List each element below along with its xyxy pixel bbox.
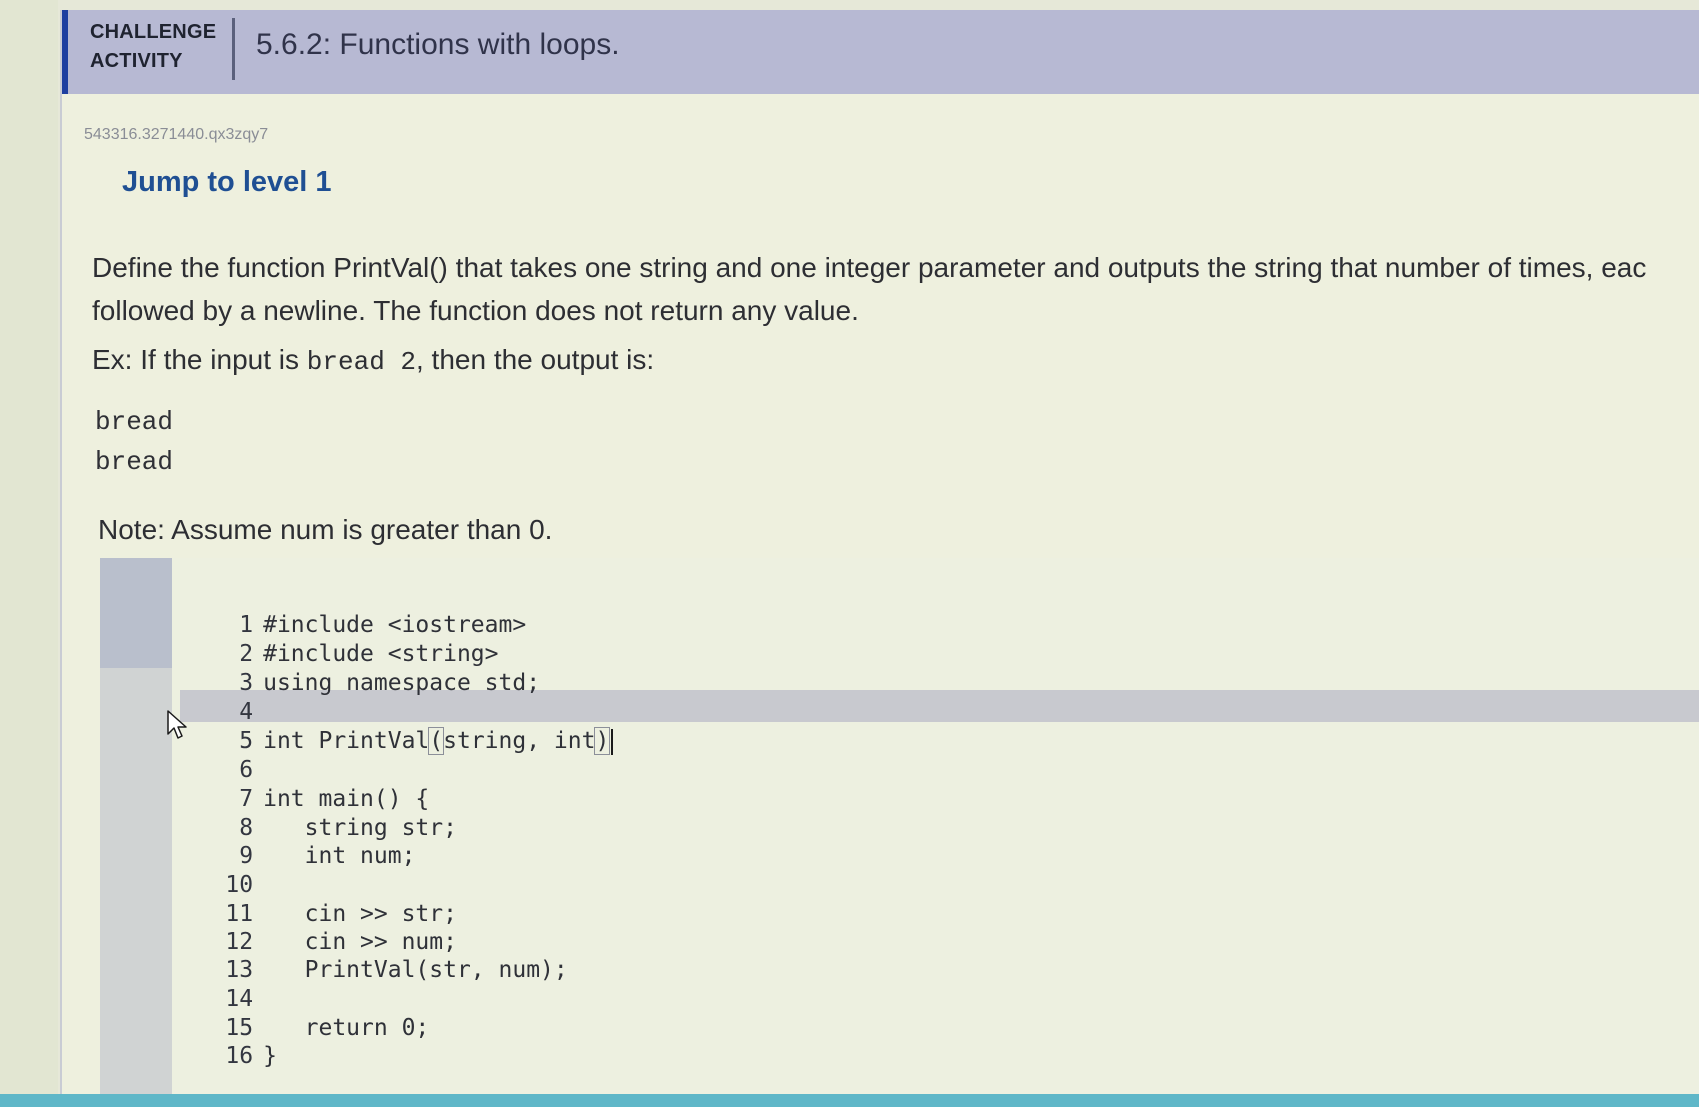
expected-output-line: bread xyxy=(95,447,174,477)
example-input-code: bread 2 xyxy=(306,347,416,377)
line-code[interactable]: PrintVal(str, num); xyxy=(263,956,568,985)
line-code[interactable]: } xyxy=(263,1042,277,1071)
code-token: int PrintVal xyxy=(263,728,430,754)
header-divider xyxy=(232,18,235,80)
code-line[interactable]: 14 xyxy=(100,956,263,1012)
code-line[interactable]: 10 xyxy=(100,842,263,898)
code-line[interactable]: 7 int main() { xyxy=(100,756,429,812)
code-line[interactable]: 4 xyxy=(100,669,263,725)
activity-kind-line2: ACTIVITY xyxy=(90,50,183,72)
example-suffix: , then the output is: xyxy=(416,344,655,375)
code-line[interactable]: 1 #include <iostream> xyxy=(100,582,526,638)
activity-kind-label: CHALLENGE ACTIVITY xyxy=(90,18,216,76)
line-code[interactable]: int PrintVal(string, int) xyxy=(263,727,614,756)
note-text: Note: Assume num is greater than 0. xyxy=(98,514,553,545)
code-line[interactable]: 13 PrintVal(str, num); xyxy=(100,927,567,983)
screen-bottom-edge xyxy=(0,1094,1699,1107)
example-prefix: Ex: If the input is xyxy=(92,344,307,375)
matching-bracket-open: ( xyxy=(428,727,445,755)
line-code[interactable]: int num; xyxy=(263,842,416,871)
code-line[interactable]: 12 cin >> num; xyxy=(100,899,457,955)
activity-title: 5.6.2: Functions with loops. xyxy=(256,28,620,61)
activity-id: 543316.3271440.qx3zqy7 xyxy=(84,126,269,143)
code-line[interactable]: 2 #include <string> xyxy=(100,611,498,667)
text-caret xyxy=(611,728,614,755)
line-number: 16 xyxy=(225,1043,254,1069)
code-line[interactable]: 11 cin >> str; xyxy=(100,871,457,927)
code-line[interactable]: 15 return 0; xyxy=(100,985,429,1041)
code-line[interactable]: 8 string str; xyxy=(100,785,457,841)
challenge-activity-page: CHALLENGE ACTIVITY 5.6.2: Functions with… xyxy=(60,10,1699,1100)
activity-header: CHALLENGE ACTIVITY 5.6.2: Functions with… xyxy=(62,10,1699,94)
code-editor[interactable]: 1 #include <iostream> 2 #include <string> … xyxy=(100,558,1699,1100)
problem-description-line1: Define the function PrintVal() that take… xyxy=(92,252,1647,283)
expected-output-line: bread xyxy=(95,407,174,437)
code-line[interactable]: 16} xyxy=(100,1013,277,1069)
code-line[interactable]: 9 int num; xyxy=(100,813,415,869)
outer-margin xyxy=(0,0,58,1107)
example-statement: Ex: If the input is bread 2, then the ou… xyxy=(92,344,654,377)
jump-to-level-link[interactable]: Jump to level 1 xyxy=(122,166,332,199)
line-code[interactable]: using namespace std; xyxy=(263,669,540,698)
matching-bracket-close: ) xyxy=(594,727,611,755)
expected-output-block: bread bread xyxy=(95,402,173,482)
line-code[interactable]: return 0; xyxy=(263,1014,430,1043)
activity-kind-line1: CHALLENGE xyxy=(90,21,217,43)
problem-description-line2: followed by a newline. The function does… xyxy=(92,295,859,326)
code-line[interactable]: 3 using namespace std; xyxy=(100,640,540,696)
mouse-pointer-icon xyxy=(167,710,187,739)
code-token: string, int xyxy=(443,728,596,754)
problem-description: Define the function PrintVal() that take… xyxy=(92,246,1699,332)
